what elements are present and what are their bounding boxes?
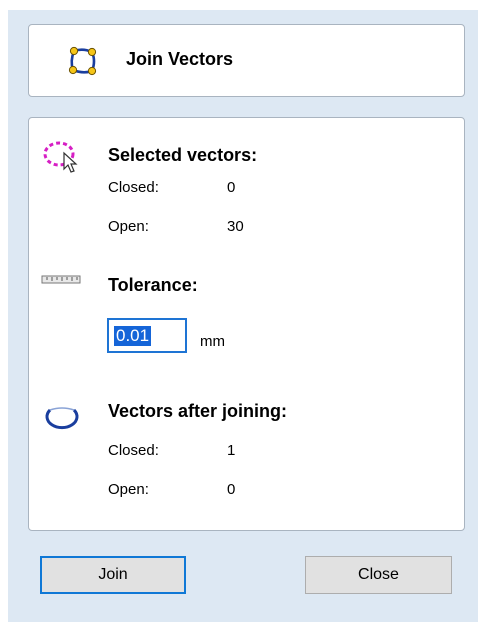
join-vectors-icon [68, 46, 97, 76]
tolerance-value[interactable]: 0.01 [114, 326, 152, 346]
selected-open-label: Open: [108, 218, 149, 235]
after-closed-label: Closed: [108, 442, 159, 459]
ruler-icon [41, 275, 81, 284]
page-title: Join Vectors [126, 49, 234, 69]
close-button[interactable]: Close [305, 556, 452, 594]
selected-vectors-icon [43, 141, 78, 173]
selected-closed-value: 0 [227, 179, 236, 196]
tolerance-heading: Tolerance: [108, 275, 198, 295]
title-header: Join Vectors [28, 24, 465, 97]
after-closed-value: 1 [227, 442, 236, 459]
selected-vectors-heading: Selected vectors: [108, 145, 258, 165]
selected-open-value: 30 [227, 218, 244, 235]
tolerance-input[interactable]: 0.01 [107, 318, 187, 353]
vectors-after-joining-heading: Vectors after joining: [108, 401, 288, 421]
content-area: Selected vectors: Closed: 0 Open: 30 Tol… [28, 117, 465, 531]
after-open-label: Open: [108, 481, 149, 498]
after-open-value: 0 [227, 481, 236, 498]
tolerance-unit: mm [200, 333, 225, 350]
joined-vector-icon [45, 407, 79, 430]
selected-closed-label: Closed: [108, 179, 159, 196]
join-button[interactable]: Join [40, 556, 186, 594]
